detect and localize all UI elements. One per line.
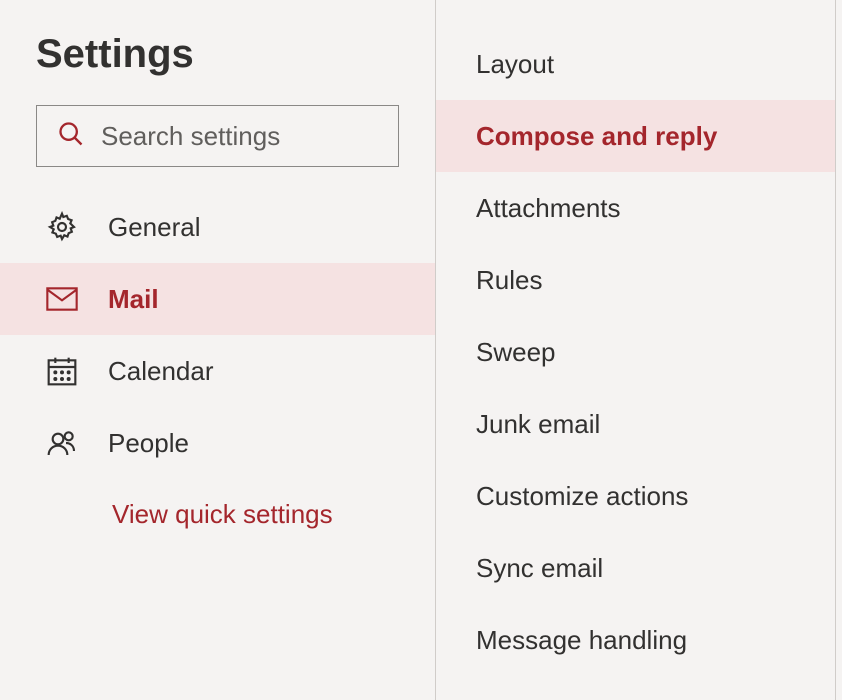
sub-item-label: Rules	[476, 265, 542, 296]
sidebar-item-people[interactable]: People	[0, 407, 435, 479]
sub-item-label: Message handling	[476, 625, 687, 656]
sidebar-item-label: Mail	[108, 284, 159, 315]
panel-title: Settings	[0, 32, 435, 77]
people-icon	[44, 427, 80, 459]
sub-item-label: Layout	[476, 49, 554, 80]
sidebar-item-label: People	[108, 428, 189, 459]
sub-item-rules[interactable]: Rules	[436, 244, 835, 316]
sub-item-sync-email[interactable]: Sync email	[436, 532, 835, 604]
sidebar-item-label: General	[108, 212, 201, 243]
settings-subpanel: Layout Compose and reply Attachments Rul…	[436, 0, 836, 700]
view-quick-settings-link[interactable]: View quick settings	[0, 499, 435, 530]
sub-item-label: Sync email	[476, 553, 603, 584]
sub-item-label: Customize actions	[476, 481, 688, 512]
sub-item-junk-email[interactable]: Junk email	[436, 388, 835, 460]
sub-item-layout[interactable]: Layout	[436, 28, 835, 100]
calendar-icon	[44, 355, 80, 387]
sidebar-item-calendar[interactable]: Calendar	[0, 335, 435, 407]
sub-item-message-handling[interactable]: Message handling	[436, 604, 835, 676]
sidebar-item-general[interactable]: General	[0, 191, 435, 263]
sub-item-attachments[interactable]: Attachments	[436, 172, 835, 244]
sub-item-label: Compose and reply	[476, 121, 717, 152]
settings-sidebar: Settings General	[0, 0, 436, 700]
sub-item-compose-and-reply[interactable]: Compose and reply	[436, 100, 835, 172]
mail-icon	[44, 287, 80, 311]
sub-item-label: Attachments	[476, 193, 621, 224]
sidebar-item-mail[interactable]: Mail	[0, 263, 435, 335]
sidebar-item-label: Calendar	[108, 356, 214, 387]
sub-item-customize-actions[interactable]: Customize actions	[436, 460, 835, 532]
search-box[interactable]	[36, 105, 399, 167]
search-input[interactable]	[101, 121, 378, 152]
sub-item-sweep[interactable]: Sweep	[436, 316, 835, 388]
sub-item-label: Junk email	[476, 409, 600, 440]
search-icon	[57, 120, 85, 153]
sub-item-label: Sweep	[476, 337, 556, 368]
gear-icon	[44, 211, 80, 243]
